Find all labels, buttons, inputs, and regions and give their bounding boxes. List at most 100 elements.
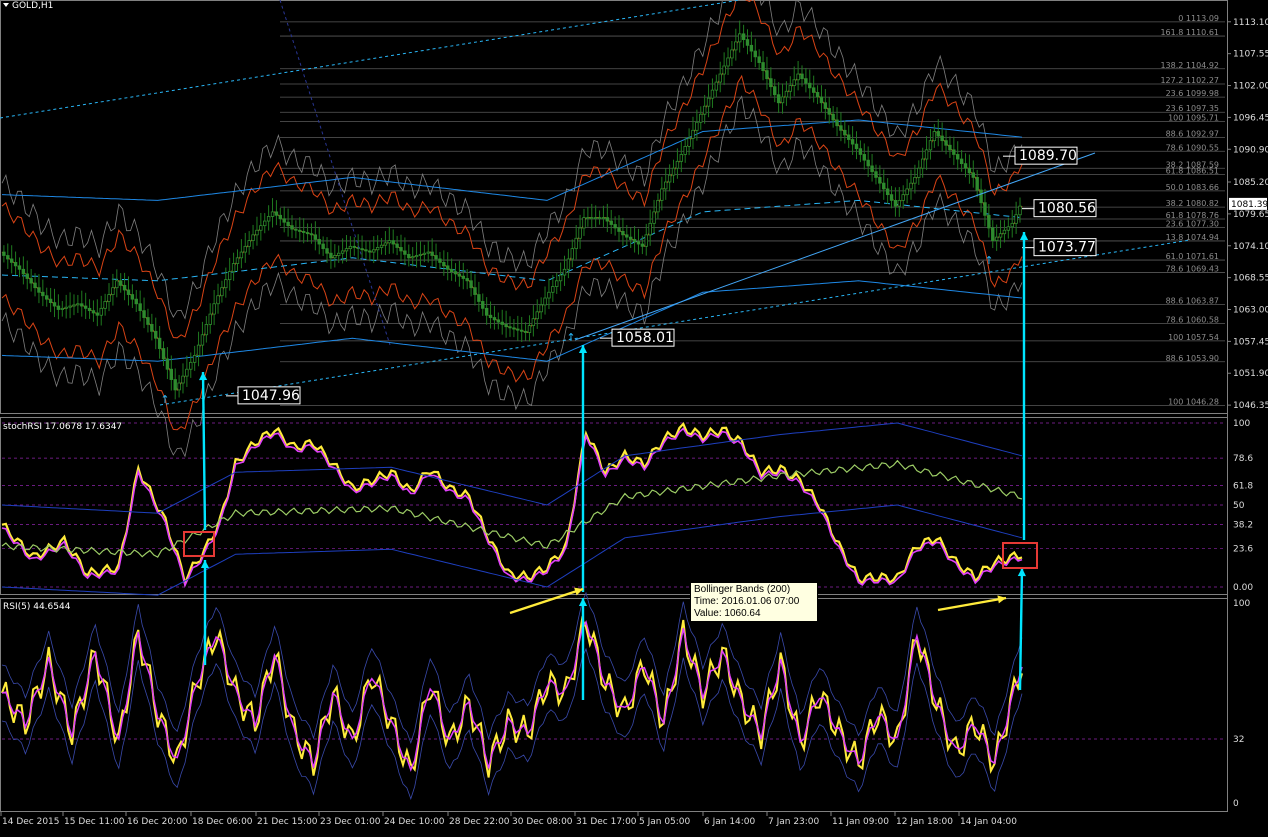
candle-body — [870, 165, 874, 173]
candle-body — [414, 255, 419, 258]
candle-body — [847, 134, 851, 140]
candle-body — [761, 62, 765, 71]
candle-body — [278, 214, 283, 220]
tooltip-time: Time: 2016.01.06 07:00 — [694, 596, 800, 607]
candle-body — [726, 57, 730, 67]
candle-body — [80, 303, 84, 307]
candle-body — [827, 108, 831, 115]
candle-body — [418, 253, 423, 256]
candle-body — [169, 368, 174, 380]
candle-body — [967, 167, 972, 174]
stoch-rsi-panel[interactable] — [0, 417, 1228, 595]
candle-body — [617, 227, 621, 232]
candle-body — [430, 251, 434, 256]
price-tick-label: 1113.10 — [1233, 18, 1268, 28]
time-tick-label: 24 Dec 10:00 — [384, 817, 445, 827]
candle-body — [944, 140, 948, 146]
candle-body — [699, 113, 703, 123]
candle-body — [804, 78, 808, 84]
fib-level-label: 0 1113.09 — [1178, 14, 1219, 23]
candle-body — [212, 303, 216, 315]
current-price-label: 1081.39 — [1231, 200, 1268, 210]
candle-body — [333, 255, 337, 259]
candle-body — [862, 154, 866, 161]
candle-body — [313, 234, 318, 240]
yellow-arrow-1 — [509, 587, 584, 615]
candle-body — [154, 330, 158, 339]
candle-body — [687, 137, 691, 147]
candle-body — [64, 306, 68, 309]
candle-body — [683, 146, 687, 155]
rsi-level-label: 32 — [1233, 735, 1244, 745]
candle-body — [924, 149, 929, 160]
candle-body — [189, 361, 193, 370]
candle-body — [200, 334, 205, 346]
candle-body — [391, 240, 395, 245]
candle-body — [593, 217, 598, 220]
candle-body — [239, 251, 244, 259]
chart-svg[interactable]: 0 1113.09 161.8 1110.61 138.2 1104.92 127.2… — [0, 0, 1268, 837]
candle-body — [263, 220, 267, 227]
candle-body — [555, 280, 559, 287]
candle-body — [21, 268, 26, 275]
candle-body — [259, 225, 263, 231]
candle-body — [368, 250, 372, 253]
candle-body — [562, 268, 567, 276]
swing-arrow-icon: ↑ — [984, 254, 993, 267]
candle-body — [601, 217, 606, 220]
time-tick-label: 21 Dec 15:00 — [257, 817, 318, 827]
candle-body — [928, 140, 933, 151]
candle-body — [527, 325, 532, 333]
stochrsi-band-upper — [1, 422, 1023, 514]
price-callout-label: 1073.77 — [1038, 240, 1096, 256]
candle-body — [675, 160, 680, 169]
candle-body — [936, 131, 940, 137]
candle-body — [449, 268, 454, 272]
candle-body — [660, 188, 664, 201]
candle-body — [753, 50, 757, 58]
bollinger-upper-band — [1, 0, 1023, 339]
candle-body — [48, 298, 53, 304]
fib-level-label: 23.6 1097.35 — [1166, 104, 1219, 113]
stochrsi-band-lower — [1, 504, 1023, 596]
price-tick-label: 1090.90 — [1233, 145, 1268, 155]
candle-body — [111, 287, 115, 295]
candle-body — [192, 355, 197, 363]
rsi-panel[interactable] — [0, 598, 1228, 812]
stoch-level-label: 0.00 — [1233, 583, 1253, 593]
candle-body — [422, 252, 427, 255]
price-tick-label: 1051.90 — [1233, 369, 1268, 379]
candle-body — [710, 89, 715, 99]
candle-body — [91, 310, 96, 314]
candle-body — [185, 368, 189, 377]
candle-body — [76, 303, 80, 306]
candle-body — [664, 181, 668, 190]
candle-body — [558, 274, 563, 282]
symbol-title: GOLD,H1 — [12, 1, 53, 11]
rsi-level-label: 0 — [1233, 799, 1239, 809]
candle-body — [640, 243, 645, 247]
candle-body — [765, 70, 769, 80]
symbol-dropdown-icon[interactable] — [3, 3, 9, 7]
price-callout-label: 1047.96 — [242, 388, 300, 404]
candle-body — [734, 41, 738, 51]
candle-body — [652, 211, 656, 224]
candle-body — [621, 230, 625, 236]
candle-body — [434, 255, 438, 260]
candle-body — [492, 317, 497, 321]
candle-body — [457, 273, 462, 277]
candle-body — [738, 33, 742, 43]
fib-level-label: 161.8 1110.61 — [1160, 28, 1219, 37]
price-callout-label: 1058.01 — [616, 330, 674, 346]
candle-body — [496, 319, 501, 323]
candle-body — [453, 271, 458, 275]
price-tick-label: 1057.45 — [1233, 337, 1268, 347]
candle-body — [220, 287, 224, 297]
candle-body — [177, 382, 181, 391]
price-tick-label: 1068.55 — [1233, 274, 1268, 284]
candle-body — [959, 158, 964, 165]
candle-body — [932, 131, 937, 142]
candle-body — [372, 249, 376, 253]
candle-body — [667, 174, 672, 183]
candle-body — [582, 217, 586, 229]
